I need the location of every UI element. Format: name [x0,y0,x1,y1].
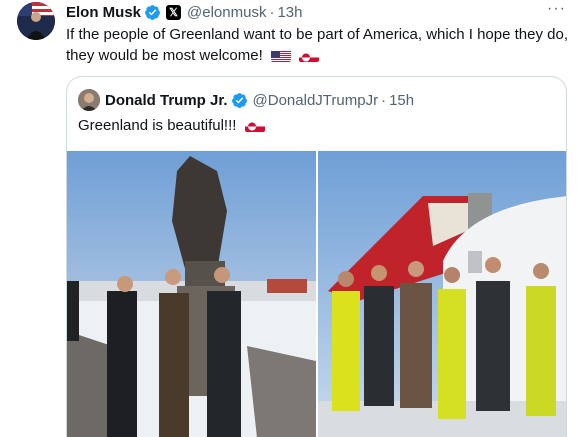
verified-icon [145,4,160,20]
quote-timestamp[interactable]: 15h [389,92,414,109]
x-badge-icon: 𝕏 [166,4,182,20]
photo-statue-group[interactable] [67,151,316,437]
media-grid [67,151,566,437]
photo-plane-group[interactable] [318,151,566,437]
greenland-flag-icon [299,49,320,62]
tweet-header: Elon Musk 𝕏 @elonmusk · 13h [66,2,302,22]
quote-text-body: Greenland is beautiful!!! [78,117,237,134]
quote-author-avatar[interactable] [78,89,100,111]
quoted-tweet[interactable]: Donald Trump Jr. @DonaldJTrumpJr · 15h G… [66,76,567,437]
verified-icon [231,92,247,108]
quote-header: Donald Trump Jr. @DonaldJTrumpJr · 15h [105,90,414,110]
quote-author-handle[interactable]: @DonaldJTrumpJr [253,92,379,109]
quote-author-name[interactable]: Donald Trump Jr. [105,92,228,109]
timestamp[interactable]: 13h [277,4,302,21]
tweet[interactable]: Elon Musk 𝕏 @elonmusk · 13h ··· If the p… [0,0,580,437]
separator: · [381,91,387,109]
author-name[interactable]: Elon Musk [66,4,141,21]
us-flag-icon [270,49,291,62]
author-avatar[interactable] [17,2,55,40]
author-handle[interactable]: @elonmusk [187,4,266,21]
separator: · [269,3,275,21]
more-icon[interactable]: ··· [547,0,566,18]
tweet-text: If the people of Greenland want to be pa… [66,24,571,66]
quote-text: Greenland is beautiful!!! [78,116,265,136]
greenland-flag-icon [244,119,265,132]
